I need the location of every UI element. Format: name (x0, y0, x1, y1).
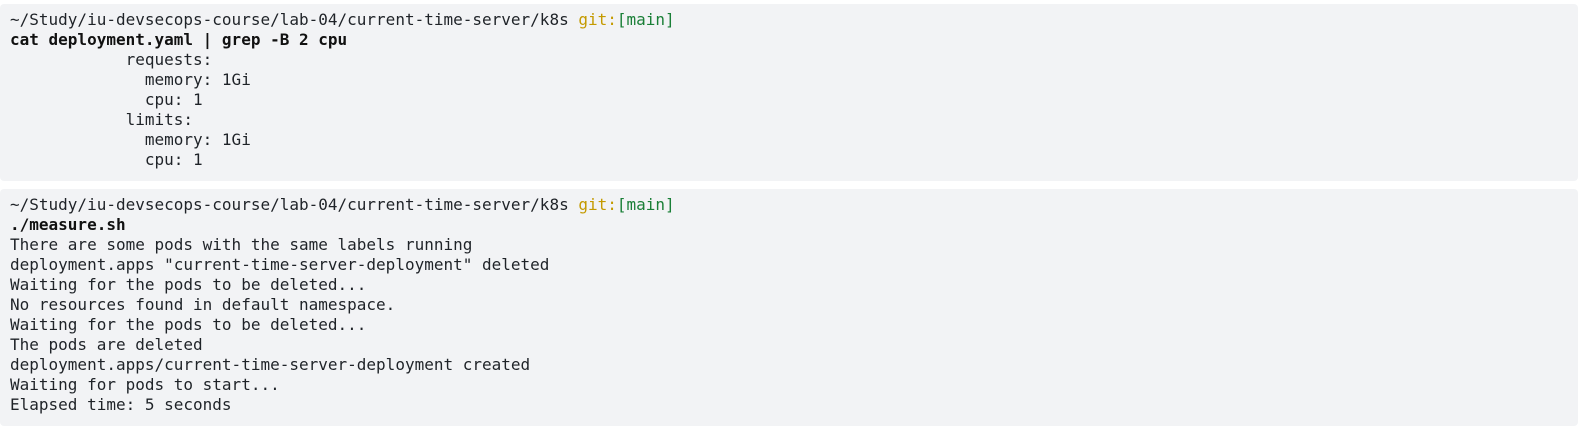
prompt-path: ~/Study/iu-devsecops-course/lab-04/curre… (10, 10, 569, 29)
output-line: Elapsed time: 5 seconds (10, 395, 232, 414)
git-branch: [main] (616, 195, 675, 214)
command-line: cat deployment.yaml | grep -B 2 cpu (10, 30, 348, 49)
prompt-line: ~/Study/iu-devsecops-course/lab-04/curre… (10, 195, 1568, 215)
output-line: There are some pods with the same labels… (10, 235, 473, 254)
git-label: git: (578, 195, 617, 214)
terminal-block-1: ~/Study/iu-devsecops-course/lab-04/curre… (0, 4, 1578, 181)
output-line: cpu: 1 (10, 150, 203, 169)
output-line: deployment.apps "current-time-server-dep… (10, 255, 550, 274)
prompt-line: ~/Study/iu-devsecops-course/lab-04/curre… (10, 10, 1568, 30)
git-branch: [main] (616, 10, 675, 29)
output-line: limits: (10, 110, 194, 129)
git-label: git: (578, 10, 617, 29)
output-line: Waiting for the pods to be deleted... (10, 315, 367, 334)
prompt-path: ~/Study/iu-devsecops-course/lab-04/curre… (10, 195, 569, 214)
output-line: memory: 1Gi (10, 70, 251, 89)
output-line: The pods are deleted (10, 335, 203, 354)
output-line: memory: 1Gi (10, 130, 251, 149)
output-line: cpu: 1 (10, 90, 203, 109)
output-line: Waiting for pods to start... (10, 375, 280, 394)
command-line: ./measure.sh (10, 215, 126, 234)
output-line: deployment.apps/current-time-server-depl… (10, 355, 531, 374)
output-line: Waiting for the pods to be deleted... (10, 275, 367, 294)
output-line: requests: (10, 50, 213, 69)
output-line: No resources found in default namespace. (10, 295, 396, 314)
terminal-block-2: ~/Study/iu-devsecops-course/lab-04/curre… (0, 189, 1578, 426)
